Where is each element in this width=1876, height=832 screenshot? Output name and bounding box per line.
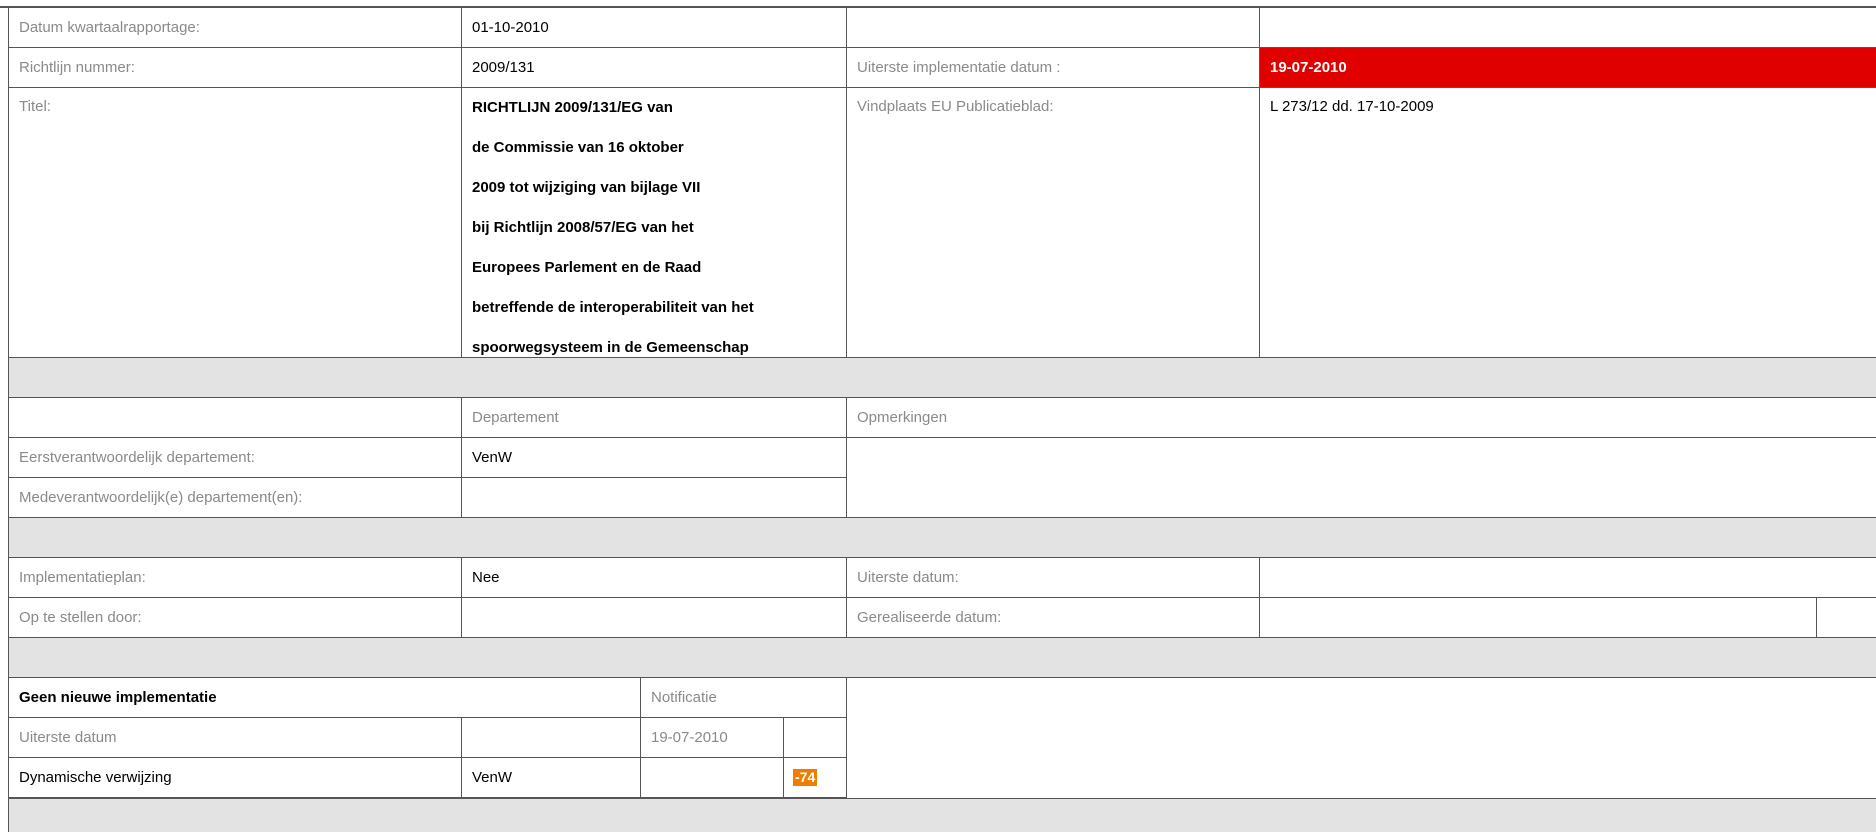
badge-cell: -74 bbox=[784, 758, 847, 798]
titel-line: RICHTLIJN 2009/131/EG van bbox=[472, 99, 673, 116]
uiterste-datum-notificatie-value bbox=[462, 718, 641, 758]
vindplaats-label: Vindplaats EU Publicatieblad: bbox=[847, 88, 1260, 358]
opmerkingen-column-header: Opmerkingen bbox=[847, 398, 1876, 438]
uiterste-datum-notificatie-label: Uiterste datum bbox=[9, 718, 462, 758]
titel-line: spoorwegsysteem in de Gemeenschap bbox=[472, 339, 749, 356]
op-te-stellen-label: Op te stellen door: bbox=[9, 598, 462, 638]
eerstverantwoordelijk-value: VenW bbox=[462, 438, 847, 478]
datum-label: Datum kwartaalrapportage: bbox=[9, 8, 462, 48]
geen-nieuwe-implementatie-heading: Geen nieuwe implementatie bbox=[9, 678, 641, 718]
titel-line: de Commissie van 16 oktober bbox=[472, 139, 684, 156]
status-badge: -74 bbox=[793, 769, 818, 786]
implementatieplan-value: Nee bbox=[462, 558, 847, 598]
medeverantwoordelijk-label: Medeverantwoordelijk(e) departement(en): bbox=[9, 478, 462, 518]
empty-cell bbox=[847, 8, 1260, 48]
separator-row bbox=[9, 358, 1876, 398]
titel-label: Titel: bbox=[9, 88, 462, 358]
eerstverantwoordelijk-label: Eerstverantwoordelijk departement: bbox=[9, 438, 462, 478]
richtlijn-value: 2009/131 bbox=[462, 48, 847, 88]
uiterste-datum-label: Uiterste datum: bbox=[847, 558, 1260, 598]
uiterste-implementatie-label: Uiterste implementatie datum : bbox=[847, 48, 1260, 88]
opmerkingen-value bbox=[847, 438, 1876, 518]
titel-line: 2009 tot wijziging van bijlage VII bbox=[472, 179, 701, 196]
medeverantwoordelijk-value bbox=[462, 478, 847, 518]
datum-value: 01-10-2010 bbox=[462, 8, 847, 48]
notificatie-date: 19-07-2010 bbox=[641, 718, 784, 758]
departement-column-header: Departement bbox=[462, 398, 847, 438]
vindplaats-value: L 273/12 dd. 17-10-2009 bbox=[1260, 88, 1876, 358]
separator-row bbox=[9, 638, 1876, 678]
gerealiseerde-datum-label: Gerealiseerde datum: bbox=[847, 598, 1260, 638]
empty-cell bbox=[784, 718, 847, 758]
top-border bbox=[0, 0, 1876, 8]
titel-line: bij Richtlijn 2008/57/EG van het bbox=[472, 219, 694, 236]
titel-line: betreffende de interoperabiliteit van he… bbox=[472, 299, 754, 316]
op-te-stellen-value bbox=[462, 598, 847, 638]
empty-cell bbox=[1260, 8, 1876, 48]
separator-row bbox=[9, 518, 1876, 558]
richtlijn-label: Richtlijn nummer: bbox=[9, 48, 462, 88]
empty-cell bbox=[9, 398, 462, 438]
dynamische-verwijzing-label: Dynamische verwijzing bbox=[9, 758, 462, 798]
empty-cell bbox=[641, 758, 784, 798]
implementatieplan-label: Implementatieplan: bbox=[9, 558, 462, 598]
report-page: Datum kwartaalrapportage: 01-10-2010 Ric… bbox=[0, 0, 1876, 832]
empty-cell bbox=[847, 678, 1876, 798]
empty-cell bbox=[1817, 598, 1876, 638]
bottom-gray-band bbox=[9, 798, 1876, 832]
titel-line: Europees Parlement en de Raad bbox=[472, 259, 702, 276]
uiterste-datum-value bbox=[1260, 558, 1876, 598]
uiterste-implementatie-value: 19-07-2010 bbox=[1260, 48, 1876, 88]
notificatie-label: Notificatie bbox=[641, 678, 847, 718]
titel-value: RICHTLIJN 2009/131/EG van de Commissie v… bbox=[462, 88, 847, 358]
gerealiseerde-datum-value bbox=[1260, 598, 1817, 638]
titel-text: RICHTLIJN 2009/131/EG van de Commissie v… bbox=[472, 88, 754, 357]
dynamische-verwijzing-value: VenW bbox=[462, 758, 641, 798]
left-border bbox=[0, 8, 9, 832]
